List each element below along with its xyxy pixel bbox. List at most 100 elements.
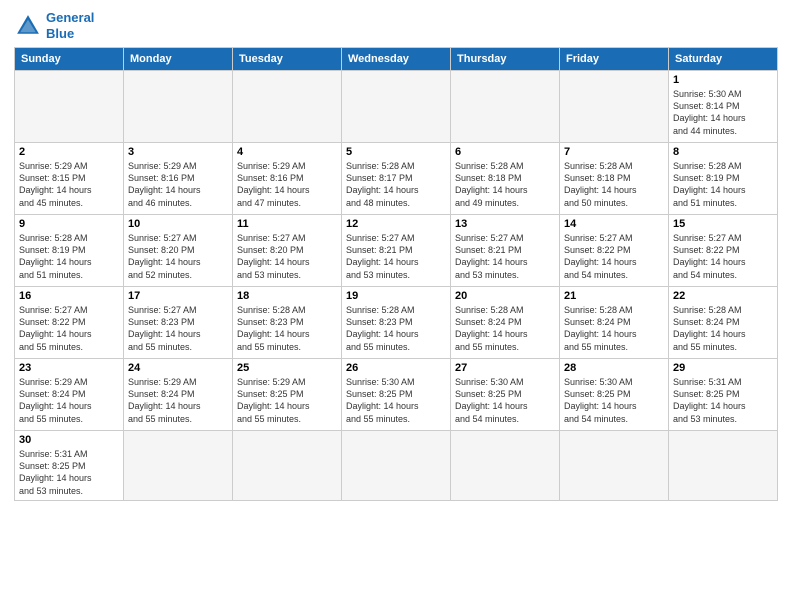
calendar-cell: 27 Sunrise: 5:30 AMSunset: 8:25 PMDayligh… <box>451 359 560 431</box>
calendar-cell: 12 Sunrise: 5:27 AMSunset: 8:21 PMDayligh… <box>342 215 451 287</box>
day-info: Sunrise: 5:27 AMSunset: 8:21 PMDaylight:… <box>455 232 555 281</box>
calendar-cell <box>451 71 560 143</box>
calendar-cell: 13 Sunrise: 5:27 AMSunset: 8:21 PMDayligh… <box>451 215 560 287</box>
calendar-cell: 7 Sunrise: 5:28 AMSunset: 8:18 PMDaylight… <box>560 143 669 215</box>
day-info: Sunrise: 5:28 AMSunset: 8:19 PMDaylight:… <box>673 160 773 209</box>
calendar-cell: 23 Sunrise: 5:29 AMSunset: 8:24 PMDayligh… <box>15 359 124 431</box>
calendar-cell: 4Sunrise: 5:29 AMSunset: 8:16 PMDaylight… <box>233 143 342 215</box>
day-number: 7 <box>564 146 664 158</box>
week-row-2: 2 Sunrise: 5:29 AMSunset: 8:15 PMDaylight… <box>15 143 778 215</box>
day-info: Sunrise: 5:30 AMSunset: 8:25 PMDaylight:… <box>455 376 555 425</box>
calendar-cell <box>342 431 451 501</box>
day-info: Sunrise: 5:29 AMSunset: 8:24 PMDaylight:… <box>19 376 119 425</box>
day-info: Sunrise: 5:27 AMSunset: 8:22 PMDaylight:… <box>673 232 773 281</box>
day-number: 1 <box>673 74 773 86</box>
calendar-cell <box>560 431 669 501</box>
day-info: Sunrise: 5:27 AMSunset: 8:21 PMDaylight:… <box>346 232 446 281</box>
calendar-cell <box>451 431 560 501</box>
day-info: Sunrise: 5:31 AMSunset: 8:25 PMDaylight:… <box>673 376 773 425</box>
day-number: 8 <box>673 146 773 158</box>
calendar-cell: 10 Sunrise: 5:27 AMSunset: 8:20 PMDayligh… <box>124 215 233 287</box>
calendar-cell <box>560 71 669 143</box>
calendar-cell <box>342 71 451 143</box>
day-info: Sunrise: 5:28 AMSunset: 8:24 PMDaylight:… <box>673 304 773 353</box>
calendar-cell <box>124 71 233 143</box>
day-info: Sunrise: 5:29 AMSunset: 8:16 PMDaylight:… <box>128 160 228 209</box>
day-number: 18 <box>237 290 337 302</box>
logo-icon <box>14 12 42 40</box>
day-number: 3 <box>128 146 228 158</box>
day-number: 2 <box>19 146 119 158</box>
weekday-header-monday: Monday <box>124 48 233 71</box>
day-number: 21 <box>564 290 664 302</box>
calendar-cell: 6 Sunrise: 5:28 AMSunset: 8:18 PMDaylight… <box>451 143 560 215</box>
day-number: 10 <box>128 218 228 230</box>
weekday-header-wednesday: Wednesday <box>342 48 451 71</box>
calendar-cell: 15 Sunrise: 5:27 AMSunset: 8:22 PMDayligh… <box>669 215 778 287</box>
calendar-cell: 26 Sunrise: 5:30 AMSunset: 8:25 PMDayligh… <box>342 359 451 431</box>
day-info: Sunrise: 5:28 AMSunset: 8:18 PMDaylight:… <box>564 160 664 209</box>
calendar-cell: 2 Sunrise: 5:29 AMSunset: 8:15 PMDaylight… <box>15 143 124 215</box>
day-info: Sunrise: 5:30 AMSunset: 8:14 PMDaylight:… <box>673 88 773 137</box>
calendar-cell: 28Sunrise: 5:30 AMSunset: 8:25 PMDayligh… <box>560 359 669 431</box>
day-info: Sunrise: 5:27 AMSunset: 8:23 PMDaylight:… <box>128 304 228 353</box>
page: General Blue SundayMondayTuesdayWednesda… <box>0 0 792 511</box>
day-info: Sunrise: 5:29 AMSunset: 8:16 PMDaylight:… <box>237 160 337 209</box>
weekday-header-tuesday: Tuesday <box>233 48 342 71</box>
day-number: 27 <box>455 362 555 374</box>
week-row-5: 23 Sunrise: 5:29 AMSunset: 8:24 PMDayligh… <box>15 359 778 431</box>
weekday-header-friday: Friday <box>560 48 669 71</box>
day-number: 25 <box>237 362 337 374</box>
day-number: 23 <box>19 362 119 374</box>
day-number: 26 <box>346 362 446 374</box>
calendar-cell: 30 Sunrise: 5:31 AMSunset: 8:25 PMDayligh… <box>15 431 124 501</box>
week-row-4: 16Sunrise: 5:27 AMSunset: 8:22 PMDayligh… <box>15 287 778 359</box>
day-info: Sunrise: 5:28 AMSunset: 8:24 PMDaylight:… <box>455 304 555 353</box>
day-info: Sunrise: 5:30 AMSunset: 8:25 PMDaylight:… <box>346 376 446 425</box>
day-number: 30 <box>19 434 119 446</box>
day-number: 24 <box>128 362 228 374</box>
day-number: 13 <box>455 218 555 230</box>
logo-text: General Blue <box>46 10 94 41</box>
day-number: 20 <box>455 290 555 302</box>
day-info: Sunrise: 5:28 AMSunset: 8:19 PMDaylight:… <box>19 232 119 281</box>
calendar-cell: 5Sunrise: 5:28 AMSunset: 8:17 PMDaylight… <box>342 143 451 215</box>
day-number: 28 <box>564 362 664 374</box>
day-info: Sunrise: 5:31 AMSunset: 8:25 PMDaylight:… <box>19 448 119 497</box>
day-info: Sunrise: 5:28 AMSunset: 8:23 PMDaylight:… <box>237 304 337 353</box>
day-number: 17 <box>128 290 228 302</box>
day-info: Sunrise: 5:28 AMSunset: 8:24 PMDaylight:… <box>564 304 664 353</box>
day-info: Sunrise: 5:27 AMSunset: 8:22 PMDaylight:… <box>564 232 664 281</box>
day-info: Sunrise: 5:29 AMSunset: 8:24 PMDaylight:… <box>128 376 228 425</box>
week-row-1: 1 Sunrise: 5:30 AMSunset: 8:14 PMDaylight… <box>15 71 778 143</box>
calendar-table: SundayMondayTuesdayWednesdayThursdayFrid… <box>14 47 778 501</box>
weekday-header-sunday: Sunday <box>15 48 124 71</box>
day-number: 6 <box>455 146 555 158</box>
calendar-cell: 25Sunrise: 5:29 AMSunset: 8:25 PMDayligh… <box>233 359 342 431</box>
day-info: Sunrise: 5:27 AMSunset: 8:20 PMDaylight:… <box>128 232 228 281</box>
calendar-cell: 17 Sunrise: 5:27 AMSunset: 8:23 PMDayligh… <box>124 287 233 359</box>
day-info: Sunrise: 5:28 AMSunset: 8:18 PMDaylight:… <box>455 160 555 209</box>
day-number: 11 <box>237 218 337 230</box>
calendar-cell: 14 Sunrise: 5:27 AMSunset: 8:22 PMDayligh… <box>560 215 669 287</box>
day-number: 12 <box>346 218 446 230</box>
calendar-cell <box>124 431 233 501</box>
day-info: Sunrise: 5:27 AMSunset: 8:22 PMDaylight:… <box>19 304 119 353</box>
day-number: 19 <box>346 290 446 302</box>
calendar-cell <box>15 71 124 143</box>
weekday-header-row: SundayMondayTuesdayWednesdayThursdayFrid… <box>15 48 778 71</box>
weekday-header-saturday: Saturday <box>669 48 778 71</box>
calendar-cell: 3 Sunrise: 5:29 AMSunset: 8:16 PMDaylight… <box>124 143 233 215</box>
day-number: 14 <box>564 218 664 230</box>
day-info: Sunrise: 5:27 AMSunset: 8:20 PMDaylight:… <box>237 232 337 281</box>
calendar-cell: 18 Sunrise: 5:28 AMSunset: 8:23 PMDayligh… <box>233 287 342 359</box>
calendar-cell <box>669 431 778 501</box>
calendar-cell: 20 Sunrise: 5:28 AMSunset: 8:24 PMDayligh… <box>451 287 560 359</box>
week-row-3: 9Sunrise: 5:28 AMSunset: 8:19 PMDaylight… <box>15 215 778 287</box>
calendar-cell: 22Sunrise: 5:28 AMSunset: 8:24 PMDayligh… <box>669 287 778 359</box>
day-info: Sunrise: 5:29 AMSunset: 8:15 PMDaylight:… <box>19 160 119 209</box>
day-number: 5 <box>346 146 446 158</box>
day-number: 15 <box>673 218 773 230</box>
calendar-cell <box>233 431 342 501</box>
calendar-cell: 24 Sunrise: 5:29 AMSunset: 8:24 PMDayligh… <box>124 359 233 431</box>
